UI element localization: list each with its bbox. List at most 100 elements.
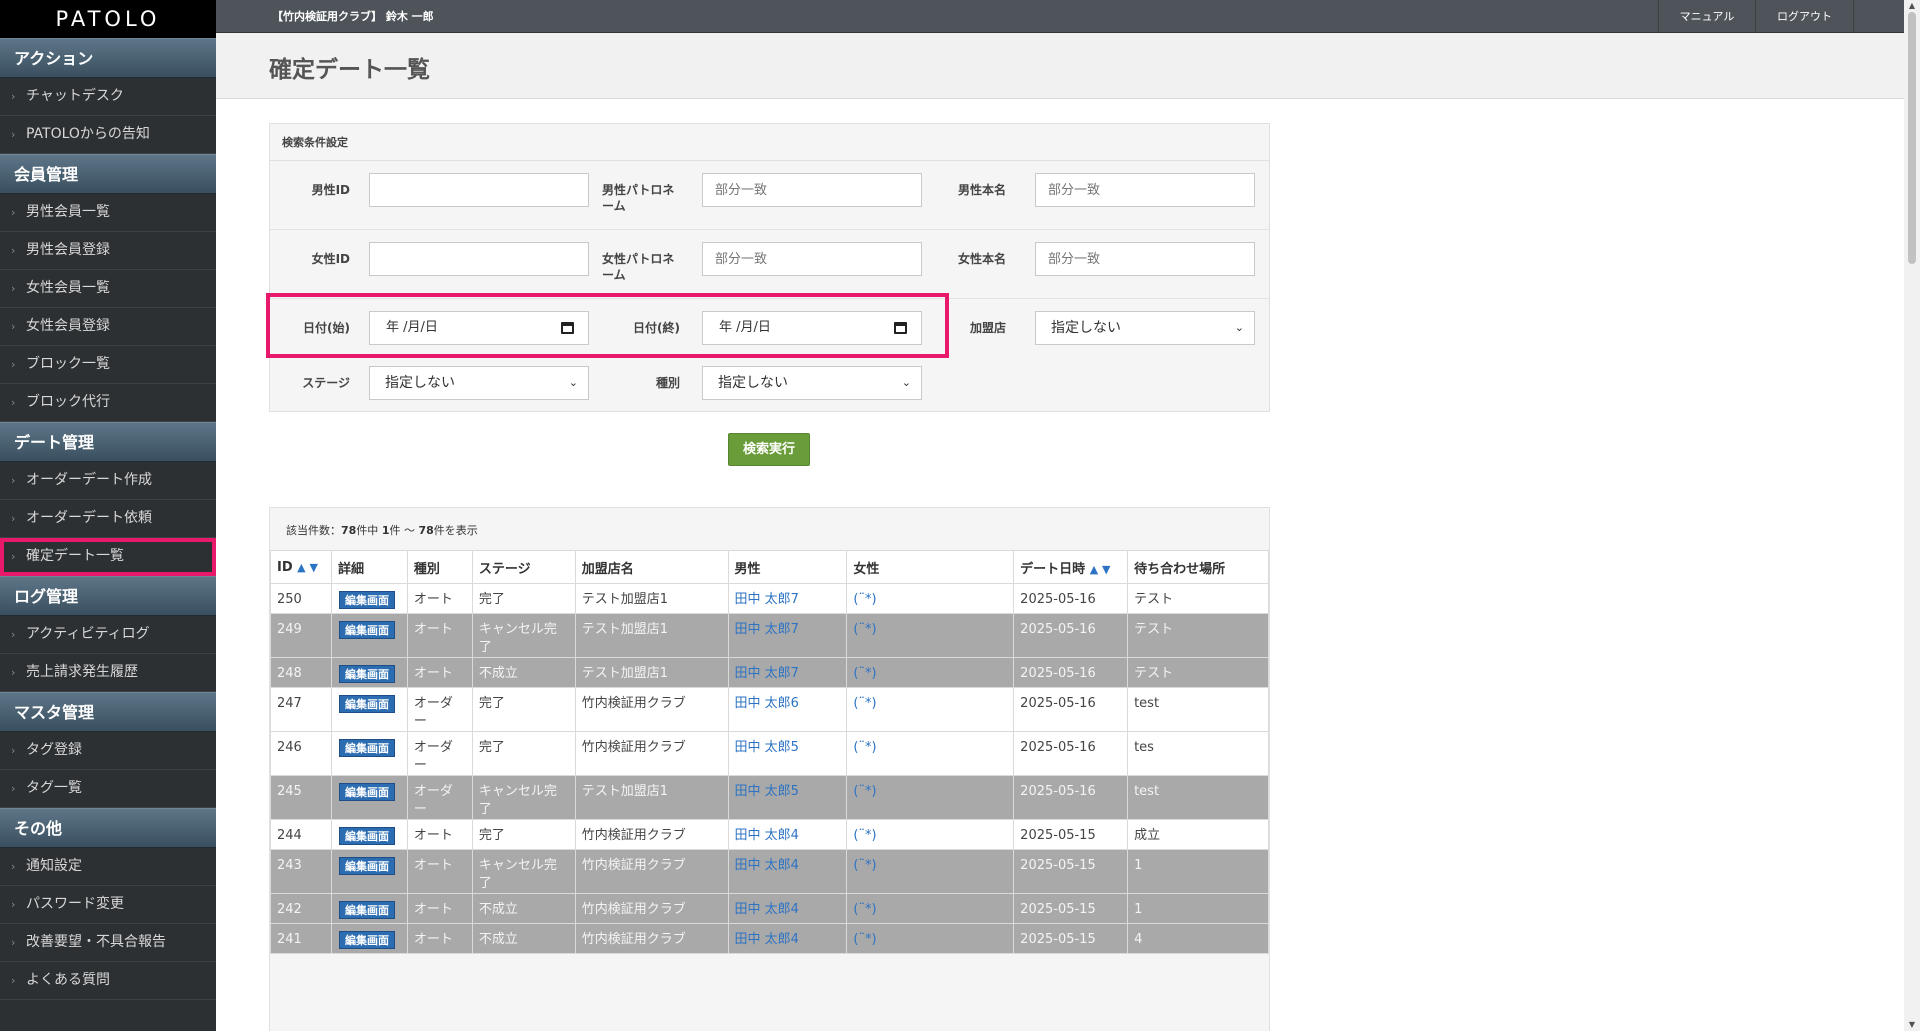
store-select[interactable]: 指定しない ⌄ — [1035, 311, 1255, 345]
cell-male-link[interactable]: 田中 太郎7 — [735, 622, 799, 637]
sidebar-nav: アクションチャットデスクPATOLOからの告知会員管理男性会員一覧男性会員登録女… — [0, 38, 216, 1000]
scroll-thumb[interactable] — [1908, 12, 1916, 264]
female-id-input[interactable] — [369, 242, 589, 276]
cell-male: 田中 太郎7 — [727, 583, 848, 614]
col-header-date-label: デート日時 — [1020, 561, 1086, 577]
cell-male-link[interactable]: 田中 太郎7 — [735, 666, 799, 681]
cell-stage: キャンセル完了 — [471, 613, 576, 658]
cell-female: (¨*) — [846, 731, 1015, 776]
scroll-down-icon[interactable]: ▼ — [1904, 1019, 1920, 1031]
stage-select[interactable]: 指定しない ⌄ — [369, 366, 589, 400]
cell-male-link[interactable]: 田中 太郎6 — [735, 696, 799, 711]
edit-screen-button[interactable]: 編集画面 — [338, 857, 395, 875]
cell-female: (¨*) — [846, 583, 1015, 614]
sidebar-item[interactable]: タグ一覧 — [0, 770, 216, 808]
sidebar-item[interactable]: パスワード変更 — [0, 886, 216, 924]
cell-stage: 完了 — [471, 687, 576, 732]
type-select-value: 指定しない — [718, 375, 788, 391]
female-name-input[interactable] — [1035, 242, 1255, 276]
cell-female-link[interactable]: (¨*) — [853, 828, 876, 843]
col-header-id[interactable]: ID ▲ ▼ — [270, 550, 332, 584]
cell-male-link[interactable]: 田中 太郎4 — [735, 932, 799, 947]
edit-screen-button[interactable]: 編集画面 — [338, 901, 395, 919]
cell-female-link[interactable]: (¨*) — [853, 740, 876, 755]
cell-female-link[interactable]: (¨*) — [853, 784, 876, 799]
cell-female-link[interactable]: (¨*) — [853, 932, 876, 947]
cell-female: (¨*) — [846, 613, 1015, 658]
cell-detail: 編集画面 — [330, 731, 408, 776]
cell-female-link[interactable]: (¨*) — [853, 696, 876, 711]
table-row: 250 編集画面 オート 完了 テスト加盟店1 田中 太郎7 (¨*) 2025-05-16 テ… — [270, 583, 1269, 614]
table-header-row: ID ▲ ▼ 詳細 種別 ステージ 加盟店名 男性 女性 デート日時 ▲ ▼ 待… — [270, 550, 1269, 584]
edit-screen-button[interactable]: 編集画面 — [338, 827, 395, 845]
sidebar-item[interactable]: PATOLOからの告知 — [0, 116, 216, 154]
count-to: 78 — [418, 524, 434, 537]
cell-male-link[interactable]: 田中 太郎4 — [735, 828, 799, 843]
sidebar-item[interactable]: 確定デート一覧 — [0, 538, 216, 576]
cell-female: (¨*) — [846, 849, 1015, 894]
sort-arrows-icon[interactable]: ▲ ▼ — [297, 561, 318, 574]
cell-female-link[interactable]: (¨*) — [853, 666, 876, 681]
male-patro-input[interactable] — [702, 173, 922, 207]
edit-screen-button[interactable]: 編集画面 — [338, 931, 395, 949]
manual-button[interactable]: マニュアル — [1658, 0, 1756, 33]
sidebar-item[interactable]: 男性会員登録 — [0, 232, 216, 270]
edit-screen-button[interactable]: 編集画面 — [338, 739, 395, 757]
sidebar-item[interactable]: 女性会員登録 — [0, 308, 216, 346]
cell-stage: 不成立 — [471, 657, 576, 688]
logout-button[interactable]: ログアウト — [1756, 0, 1854, 33]
sidebar-item[interactable]: 売上請求発生履歴 — [0, 654, 216, 692]
results-panel: 該当件数：78件中 1件 〜 78件を表示 ID ▲ ▼ 詳細 種別 ステージ … — [269, 507, 1270, 1031]
sidebar-item[interactable]: ブロック一覧 — [0, 346, 216, 384]
cell-female-link[interactable]: (¨*) — [853, 902, 876, 917]
cell-male-link[interactable]: 田中 太郎5 — [735, 784, 799, 799]
female-patro-input[interactable] — [702, 242, 922, 276]
cell-male-link[interactable]: 田中 太郎4 — [735, 858, 799, 873]
cell-male-link[interactable]: 田中 太郎7 — [735, 592, 799, 607]
app-logo: PATOLO — [0, 0, 216, 38]
cell-id: 245 — [270, 775, 332, 820]
count-prefix: 該当件数： — [286, 524, 341, 537]
male-id-input[interactable] — [369, 173, 589, 207]
cell-female-link[interactable]: (¨*) — [853, 622, 876, 637]
cell-male-link[interactable]: 田中 太郎4 — [735, 902, 799, 917]
sidebar-item[interactable]: オーダーデート作成 — [0, 462, 216, 500]
page-scrollbar[interactable]: ▲ ▼ — [1904, 0, 1920, 1031]
scroll-up-icon[interactable]: ▲ — [1904, 0, 1920, 12]
col-header-female: 女性 — [846, 550, 1015, 584]
edit-screen-button[interactable]: 編集画面 — [338, 695, 395, 713]
male-name-input[interactable] — [1035, 173, 1255, 207]
search-submit-button[interactable]: 検索実行 — [728, 433, 810, 466]
date-range-highlight — [266, 293, 949, 358]
edit-screen-button[interactable]: 編集画面 — [338, 621, 395, 639]
type-select[interactable]: 指定しない ⌄ — [702, 366, 922, 400]
cell-store: 竹内検証用クラブ — [574, 893, 729, 924]
sidebar-item[interactable]: チャットデスク — [0, 78, 216, 116]
sidebar-item[interactable]: オーダーデート依頼 — [0, 500, 216, 538]
sidebar-item[interactable]: アクティビティログ — [0, 616, 216, 654]
cell-stage: 不成立 — [471, 893, 576, 924]
sidebar-item[interactable]: ブロック代行 — [0, 384, 216, 422]
sidebar-item[interactable]: 女性会員一覧 — [0, 270, 216, 308]
sidebar-item[interactable]: 改善要望・不具合報告 — [0, 924, 216, 962]
cell-place: 4 — [1127, 923, 1269, 954]
col-header-date[interactable]: デート日時 ▲ ▼ — [1013, 550, 1129, 584]
sidebar-item[interactable]: 男性会員一覧 — [0, 194, 216, 232]
cell-female-link[interactable]: (¨*) — [853, 858, 876, 873]
sidebar-item[interactable]: タグ登録 — [0, 732, 216, 770]
sidebar-item[interactable]: よくある質問 — [0, 962, 216, 1000]
sidebar-item[interactable]: 通知設定 — [0, 848, 216, 886]
cell-female-link[interactable]: (¨*) — [853, 592, 876, 607]
col-header-male: 男性 — [727, 550, 848, 584]
edit-screen-button[interactable]: 編集画面 — [338, 591, 395, 609]
edit-screen-button[interactable]: 編集画面 — [338, 665, 395, 683]
cell-male-link[interactable]: 田中 太郎5 — [735, 740, 799, 755]
cell-date: 2025-05-15 — [1013, 923, 1129, 954]
chevron-down-icon: ⌄ — [901, 376, 911, 389]
sidebar-section-title: アクション — [0, 38, 216, 78]
cell-male: 田中 太郎4 — [727, 923, 848, 954]
edit-screen-button[interactable]: 編集画面 — [338, 783, 395, 801]
cell-date: 2025-05-15 — [1013, 819, 1129, 850]
cell-male: 田中 太郎4 — [727, 893, 848, 924]
sort-arrows-icon[interactable]: ▲ ▼ — [1090, 563, 1111, 576]
